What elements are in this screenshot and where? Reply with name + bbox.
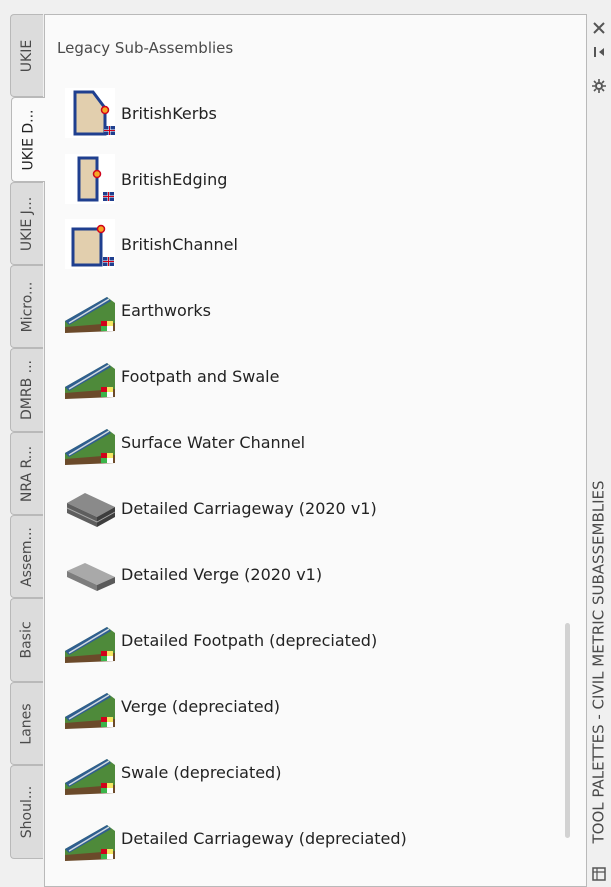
carriageway-slab-icon: [63, 481, 117, 535]
tool-earthworks[interactable]: Earthworks: [63, 282, 563, 338]
tool-british-channel[interactable]: BritishChannel: [63, 216, 563, 272]
british-edging-icon: [63, 152, 117, 206]
palette-scrollbar[interactable]: [565, 623, 570, 838]
tab-label: Basic: [19, 621, 36, 659]
palette-title-text: TOOL PALETTES - CIVIL METRIC SUBASSEMBLI…: [590, 480, 608, 844]
tool-label: Footpath and Swale: [121, 366, 280, 386]
tool-label: Detailed Carriageway (depreciated): [121, 828, 407, 848]
british-kerb-icon: [63, 86, 117, 140]
tool-label: Earthworks: [121, 300, 211, 320]
subassembly-road-icon: [63, 745, 117, 799]
properties-icon[interactable]: [591, 78, 607, 94]
tool-detailed-carriageway-2020[interactable]: Detailed Carriageway (2020 v1): [63, 480, 563, 536]
tab-ukie-d[interactable]: UKIE D...: [11, 97, 45, 182]
subassembly-road-icon: [63, 679, 117, 733]
tool-label: Detailed Footpath (depreciated): [121, 630, 378, 650]
subassembly-road-icon: [63, 415, 117, 469]
tool-detailed-verge-2020[interactable]: Detailed Verge (2020 v1): [63, 546, 563, 602]
tab-lanes[interactable]: Lanes: [10, 682, 43, 765]
tool-label: Detailed Carriageway (2020 v1): [121, 498, 377, 518]
subassembly-road-icon: [63, 349, 117, 403]
section-title: Legacy Sub-Assemblies: [57, 39, 234, 57]
tool-detailed-carriageway-depreciated[interactable]: Detailed Carriageway (depreciated): [63, 810, 563, 866]
palette-title-bar: TOOL PALETTES - CIVIL METRIC SUBASSEMBLI…: [587, 0, 611, 887]
tool-label: BritishChannel: [121, 234, 238, 254]
tool-surface-water-channel[interactable]: Surface Water Channel: [63, 414, 563, 470]
tab-micro[interactable]: Micro...: [10, 265, 43, 348]
tab-label: UKIE: [19, 39, 35, 72]
tab-label: NRA R...: [19, 445, 35, 502]
tab-assemblies[interactable]: Assem...: [10, 515, 43, 598]
tab-label: Lanes: [19, 702, 36, 745]
tool-british-edging[interactable]: BritishEdging: [63, 151, 563, 207]
tab-label: UKIE J...: [19, 196, 35, 251]
tool-label: Surface Water Channel: [121, 432, 306, 452]
tab-label: Shoul...: [19, 785, 36, 839]
tab-label: Assem...: [19, 526, 35, 587]
close-icon[interactable]: [591, 20, 607, 36]
subassembly-road-icon: [63, 283, 117, 337]
tab-ukie[interactable]: UKIE: [10, 14, 43, 97]
tab-shoulders[interactable]: Shoul...: [10, 765, 43, 859]
verge-slab-icon: [63, 547, 117, 601]
palette-title: TOOL PALETTES - CIVIL METRIC SUBASSEMBLI…: [587, 460, 611, 864]
tab-nra[interactable]: NRA R...: [10, 432, 43, 515]
palette-menu-icon[interactable]: [591, 866, 607, 882]
auto-hide-icon[interactable]: [591, 44, 607, 60]
tab-dmrb[interactable]: DMRB ...: [10, 348, 43, 432]
tool-label: BritishEdging: [121, 169, 228, 189]
tool-swale-depreciated[interactable]: Swale (depreciated): [63, 744, 563, 800]
british-channel-icon: [63, 217, 117, 271]
tab-ukie-j[interactable]: UKIE J...: [10, 182, 43, 265]
tab-label: UKIE D...: [20, 109, 37, 170]
subassembly-road-icon: [63, 613, 117, 667]
tool-label: Detailed Verge (2020 v1): [121, 564, 323, 584]
tool-label: Swale (depreciated): [121, 762, 282, 782]
tool-british-kerbs[interactable]: BritishKerbs: [63, 85, 563, 141]
tab-basic[interactable]: Basic: [10, 598, 43, 682]
tool-footpath-and-swale[interactable]: Footpath and Swale: [63, 348, 563, 404]
palette-tab-strip: UKIE UKIE D... UKIE J... Micro... DMRB .…: [10, 0, 45, 887]
subassembly-road-icon: [63, 811, 117, 865]
tab-label: Micro...: [19, 281, 36, 332]
tab-label: DMRB ...: [19, 360, 35, 420]
tool-label: Verge (depreciated): [121, 696, 280, 716]
tool-verge-depreciated[interactable]: Verge (depreciated): [63, 678, 563, 734]
tool-palette-panel: Legacy Sub-Assemblies BritishKerbs Briti…: [44, 14, 587, 887]
tool-label: BritishKerbs: [121, 103, 217, 123]
tool-detailed-footpath-depreciated[interactable]: Detailed Footpath (depreciated): [63, 612, 563, 668]
